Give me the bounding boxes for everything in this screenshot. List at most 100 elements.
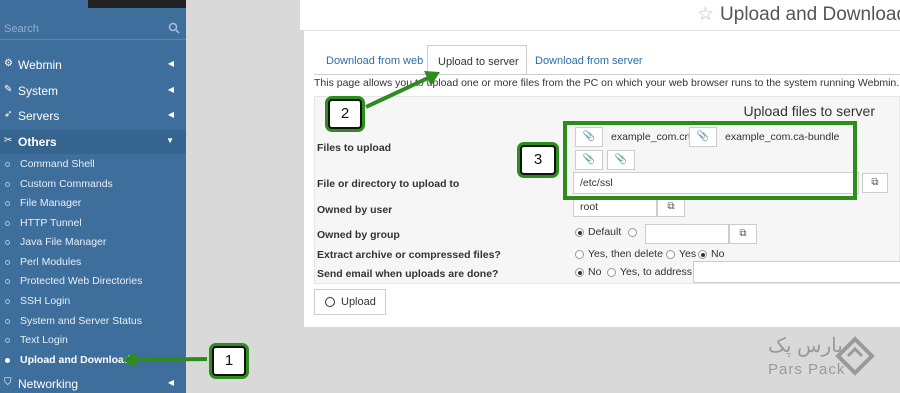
group-default-radio[interactable]	[575, 228, 584, 237]
star-icon[interactable]: ☆	[697, 3, 714, 26]
extract-yes-label: Yes	[679, 248, 697, 260]
bullet-icon	[5, 279, 10, 284]
file-chooser-icon[interactable]: ⧉	[862, 173, 888, 193]
parspack-logo: پارس پک Pars Pack	[762, 333, 882, 387]
sidebar-item-webmin[interactable]: ⚙ Webmin ◀	[0, 53, 186, 77]
sidebar-subitem-command-shell[interactable]: Command Shell	[0, 155, 186, 174]
email-no-label: No	[588, 266, 602, 278]
email-yes-label: Yes, to address	[620, 266, 692, 278]
page-title: ☆ Upload and Download	[697, 3, 900, 26]
owner-value: root	[580, 201, 599, 213]
bullet-icon	[5, 319, 10, 324]
page-title-text: Upload and Download	[720, 4, 900, 25]
bullet-icon	[5, 260, 10, 265]
chevron-left-icon: ◀	[167, 110, 174, 119]
sidebar-subitem-perl-modules[interactable]: Perl Modules	[0, 253, 186, 272]
form-title: Upload files to server	[743, 103, 875, 119]
email-address-input[interactable]	[693, 261, 900, 283]
sidebar-item-others[interactable]: ✂ Others ▼	[0, 130, 186, 154]
sidebar-item-label: Servers	[18, 109, 60, 123]
extract-label: Extract archive or compressed files?	[317, 249, 501, 261]
user-chooser-icon[interactable]: ⧉	[657, 197, 685, 217]
tab-download-from-web[interactable]: Download from web	[326, 45, 423, 75]
search-icon[interactable]	[168, 22, 180, 34]
files-to-upload-label: Files to upload	[317, 142, 392, 154]
sidebar-item-label: Others	[18, 135, 57, 149]
group-custom-radio[interactable]	[628, 228, 637, 237]
sidebar: Search ⚙ Webmin ◀ ✎ System ◀ ➶ Servers ◀…	[0, 0, 186, 393]
gear-icon: ⚙	[4, 58, 13, 69]
annotation-badge-1: 1	[212, 346, 246, 376]
tools-icon: ✂	[4, 135, 13, 146]
owner-input[interactable]: root	[573, 197, 657, 217]
sidebar-search[interactable]: Search	[0, 18, 186, 40]
annotation-badge-3: 3	[520, 145, 556, 175]
sidebar-item-label: Networking	[18, 377, 79, 391]
group-label: Owned by group	[317, 229, 400, 241]
check-circle-icon	[325, 297, 335, 307]
tab-upload-to-server[interactable]: Upload to server	[427, 45, 527, 75]
sidebar-subitem-label: Text Login	[20, 334, 68, 346]
sidebar-subitem-ssh-login[interactable]: SSH Login	[0, 292, 186, 311]
bullet-icon	[5, 162, 10, 167]
sidebar-subitem-protected-web-directories[interactable]: Protected Web Directories	[0, 272, 186, 291]
sidebar-subitem-java-file-manager[interactable]: Java File Manager	[0, 233, 186, 252]
chevron-left-icon: ◀	[167, 85, 174, 94]
sidebar-subitem-label: System and Server Status	[20, 315, 142, 327]
intro-text: This page allows you to upload one or mo…	[314, 77, 900, 89]
logo-text-fa: پارس پک	[768, 335, 843, 357]
sidebar-item-servers[interactable]: ➶ Servers ◀	[0, 104, 186, 128]
sidebar-subitem-label: Command Shell	[20, 158, 95, 170]
tab-download-from-server[interactable]: Download from server	[535, 45, 643, 75]
sidebar-item-system[interactable]: ✎ System ◀	[0, 79, 186, 103]
sidebar-item-label: Webmin	[18, 58, 62, 72]
sidebar-subitem-text-login[interactable]: Text Login	[0, 331, 186, 350]
sidebar-subitem-label: Protected Web Directories	[20, 275, 143, 287]
wrench-icon: ✎	[4, 84, 13, 95]
extract-yes-delete-label: Yes, then delete	[588, 248, 663, 260]
sidebar-subitem-custom-commands[interactable]: Custom Commands	[0, 175, 186, 194]
group-chooser-icon[interactable]: ⧉	[729, 224, 757, 244]
upload-button[interactable]: Upload	[314, 289, 386, 315]
bullet-icon	[5, 221, 10, 226]
sidebar-subitem-label: Java File Manager	[20, 236, 107, 248]
group-input[interactable]	[645, 224, 729, 244]
search-input[interactable]: Search	[4, 23, 39, 35]
sidebar-item-label: System	[18, 84, 59, 98]
email-label: Send email when uploads are done?	[317, 268, 499, 280]
extract-yes-delete-radio[interactable]	[575, 250, 584, 259]
sidebar-subitem-label: Upload and Download	[20, 354, 131, 366]
sidebar-subitem-label: Custom Commands	[20, 178, 113, 190]
chevron-left-icon: ◀	[167, 59, 174, 68]
bullet-icon	[5, 299, 10, 304]
sidebar-subitem-label: File Manager	[20, 197, 82, 209]
annotation-badge-2: 2	[328, 99, 362, 129]
sidebar-subitem-label: HTTP Tunnel	[20, 217, 82, 229]
sidebar-subitem-file-manager[interactable]: File Manager	[0, 194, 186, 213]
email-yes-radio[interactable]	[607, 268, 616, 277]
owner-label: Owned by user	[317, 204, 393, 216]
annotation-box-3	[563, 121, 857, 200]
bullet-icon	[5, 201, 10, 206]
sidebar-subitem-upload-download[interactable]: Upload and Download	[0, 351, 186, 370]
bullet-icon	[5, 182, 10, 187]
chevron-down-icon: ▼	[166, 136, 174, 145]
sidebar-subitem-label: SSH Login	[20, 295, 71, 307]
group-default-label: Default	[588, 226, 622, 238]
extract-yes-radio[interactable]	[666, 250, 675, 259]
shield-icon: ⛉	[4, 377, 12, 388]
extract-no-radio[interactable]	[698, 250, 707, 259]
sidebar-item-networking[interactable]: ⛉ Networking ◀	[0, 372, 186, 393]
sidebar-topbar	[88, 0, 186, 8]
bullet-icon	[5, 358, 10, 363]
email-no-radio[interactable]	[575, 268, 584, 277]
logo-mark-icon	[835, 336, 875, 376]
sidebar-subitem-label: Perl Modules	[20, 256, 82, 268]
sidebar-subitem-http-tunnel[interactable]: HTTP Tunnel	[0, 214, 186, 233]
bullet-icon	[5, 338, 10, 343]
chevron-left-icon: ◀	[167, 378, 174, 387]
sidebar-subitem-system-status[interactable]: System and Server Status	[0, 312, 186, 331]
upload-button-label: Upload	[341, 296, 376, 308]
dest-label: File or directory to upload to	[317, 178, 460, 190]
tab-divider	[314, 74, 900, 75]
